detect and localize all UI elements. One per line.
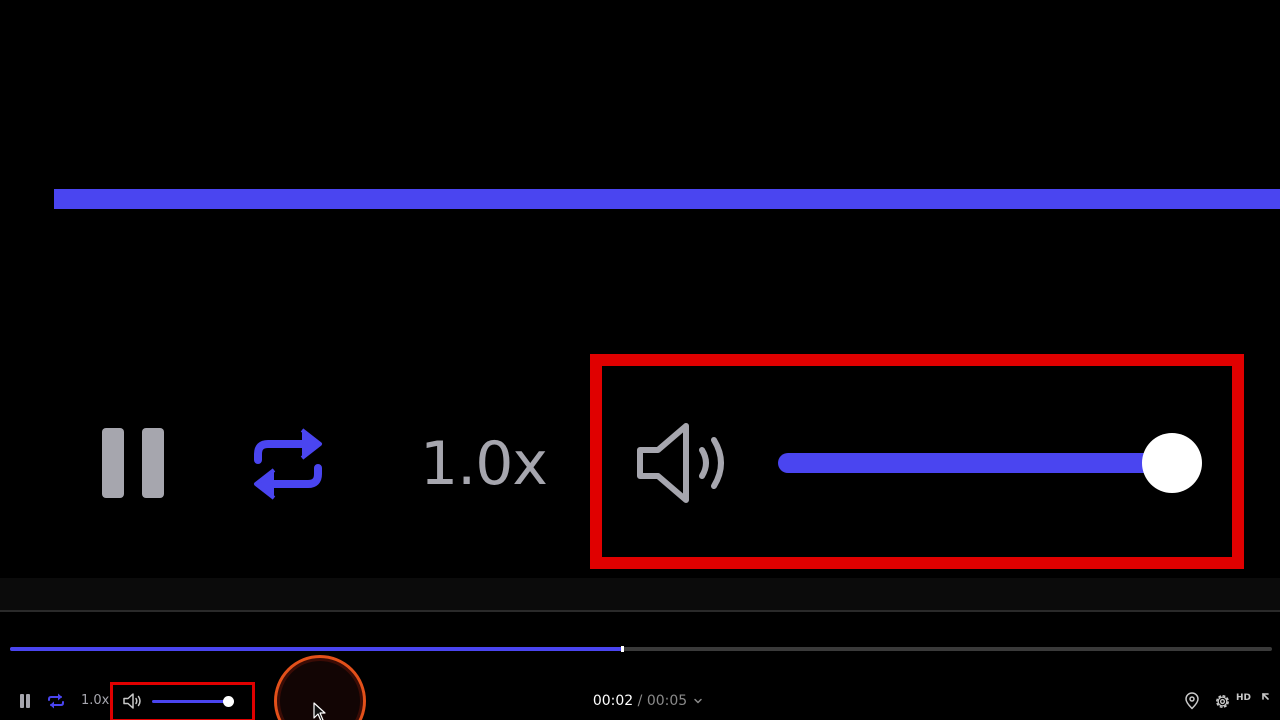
pause-button[interactable] bbox=[18, 694, 32, 708]
zoom-pause-icon bbox=[102, 428, 164, 498]
zoom-panel-footer bbox=[0, 578, 1280, 610]
quality-badge: HD bbox=[1236, 693, 1252, 703]
zoom-loop-icon bbox=[254, 428, 322, 500]
gear-icon[interactable] bbox=[1213, 692, 1232, 711]
loop-icon[interactable] bbox=[46, 692, 66, 710]
fullscreen-icon[interactable] bbox=[1261, 692, 1279, 710]
volume-highlight-box bbox=[110, 682, 255, 720]
zoom-speed-label: 1.0x bbox=[420, 429, 548, 499]
chevron-down-icon[interactable] bbox=[693, 696, 703, 706]
progress-fill bbox=[10, 647, 623, 651]
video-progress-bar[interactable] bbox=[10, 646, 1272, 652]
time-total: 00:05 bbox=[646, 693, 688, 709]
mouse-cursor-icon bbox=[313, 702, 326, 720]
time-current: 00:02 bbox=[592, 693, 634, 709]
map-pin-icon[interactable] bbox=[1183, 692, 1201, 710]
zoom-progress-bar bbox=[54, 189, 1280, 209]
zoom-highlight-box bbox=[590, 354, 1244, 569]
progress-thumb[interactable] bbox=[621, 646, 625, 652]
time-separator: / bbox=[637, 693, 643, 709]
playback-speed-button[interactable]: 1.0x bbox=[81, 692, 109, 710]
